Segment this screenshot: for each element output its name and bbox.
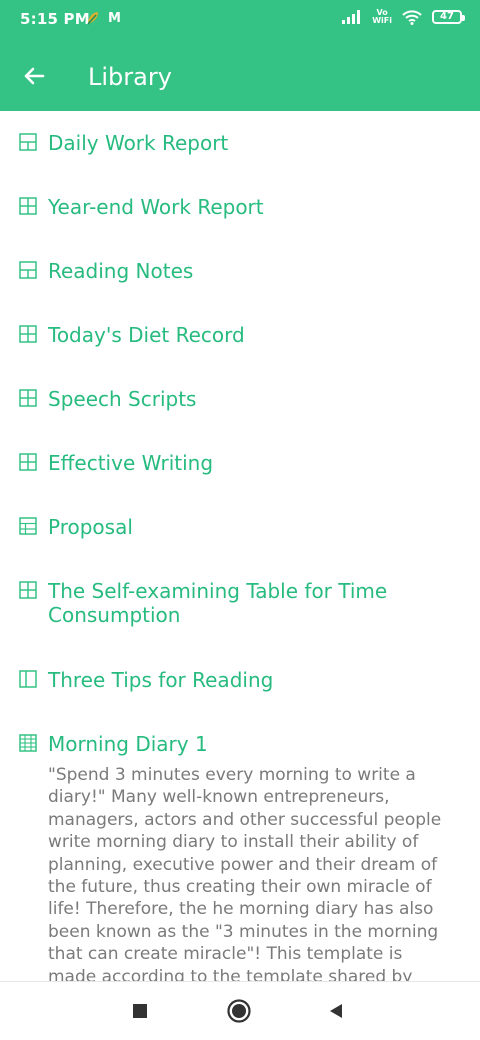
item-label: Proposal [48, 515, 133, 539]
leaf-notification-icon [87, 12, 98, 25]
item-label: Daily Work Report [48, 131, 229, 155]
item-label: Speech Scripts [48, 387, 197, 411]
table-split-icon [19, 133, 37, 151]
circle-icon [227, 999, 251, 1023]
status-left-icons: M [86, 10, 121, 26]
table-grid-icon [19, 389, 37, 407]
system-nav-bar [0, 981, 480, 1040]
item-label: Today's Diet Record [48, 323, 245, 347]
item-label: Three Tips for Reading [48, 668, 274, 692]
battery-icon: 47 [432, 10, 465, 24]
list-item-self-examining-table[interactable]: The Self-examining Table for Time Consum… [0, 579, 480, 627]
item-description: "Spend 3 minutes every morning to write … [48, 765, 442, 981]
back-button[interactable] [20, 62, 48, 90]
gmail-icon: M [108, 10, 121, 26]
item-label: Morning Diary 1 [48, 732, 208, 756]
status-bar: 5:15 PM M Vo WiFi 47 [0, 0, 480, 40]
item-label: Reading Notes [48, 259, 194, 283]
table-grid-icon [19, 197, 37, 215]
triangle-back-icon [330, 1004, 342, 1018]
arrow-left-icon [24, 67, 45, 85]
status-time: 5:15 PM [20, 10, 90, 28]
item-label: The Self-examining Table for Time Consum… [48, 579, 388, 627]
home-button[interactable] [226, 998, 252, 1024]
battery-level: 47 [440, 11, 454, 22]
status-right-icons: Vo WiFi 47 [342, 9, 465, 25]
list-item-speech-scripts[interactable]: Speech Scripts [0, 387, 480, 411]
table-dense-icon [19, 734, 37, 752]
table-split-icon [19, 261, 37, 279]
table-split-icon [19, 670, 37, 688]
table-grid-icon [19, 453, 37, 471]
volte-wifi-icon: Vo WiFi [372, 9, 392, 25]
page-title: Library [88, 63, 172, 91]
table-grid-icon [19, 581, 37, 599]
item-label: Effective Writing [48, 451, 214, 475]
list-item-year-end-work-report[interactable]: Year-end Work Report [0, 195, 480, 219]
nav-back-button[interactable] [323, 998, 349, 1024]
library-list[interactable]: Daily Work Report Year-end Work Report R… [0, 111, 480, 981]
list-item-todays-diet-record[interactable]: Today's Diet Record [0, 323, 480, 347]
wifi-icon [402, 9, 422, 25]
signal-icon [342, 10, 361, 24]
app-bar: Library [0, 40, 480, 111]
item-label: Year-end Work Report [48, 195, 264, 219]
table-grid-icon [19, 517, 37, 535]
list-item-effective-writing[interactable]: Effective Writing [0, 451, 480, 475]
list-item-three-tips-for-reading[interactable]: Three Tips for Reading [0, 668, 480, 692]
square-icon [133, 1004, 147, 1018]
list-item-daily-work-report[interactable]: Daily Work Report [0, 131, 480, 155]
list-item-morning-diary-1[interactable]: Morning Diary 1 "Spend 3 minutes every m… [0, 732, 480, 981]
list-item-proposal[interactable]: Proposal [0, 515, 480, 539]
top-bar: 5:15 PM M Vo WiFi 47 Library [0, 0, 480, 111]
table-grid-icon [19, 325, 37, 343]
list-item-reading-notes[interactable]: Reading Notes [0, 259, 480, 283]
recents-button[interactable] [127, 998, 153, 1024]
app-root: 5:15 PM M Vo WiFi 47 Library Daily Work … [0, 0, 480, 1040]
volte-bottom-text: WiFi [372, 16, 392, 25]
